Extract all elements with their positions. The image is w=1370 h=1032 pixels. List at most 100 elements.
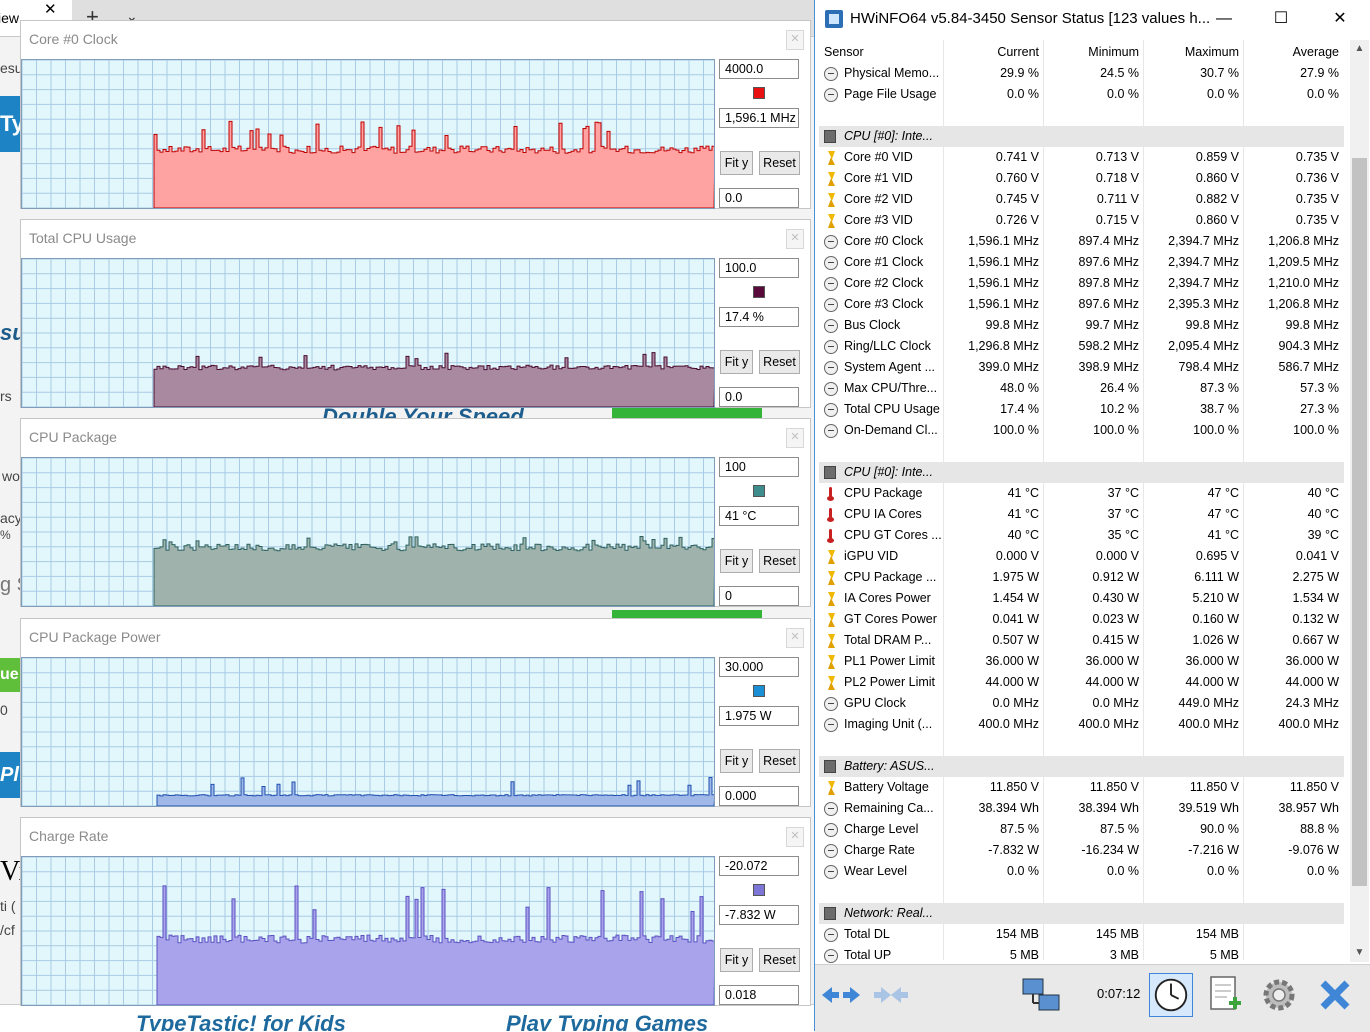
group-header-row[interactable]: Network: Real... (819, 903, 1344, 924)
graph-color-swatch[interactable] (753, 485, 765, 497)
graph-window[interactable]: Charge Rate ✕ -20.072 -7.832 W Fit y Res… (20, 817, 811, 1006)
sensor-row[interactable]: CPU IA Cores 41 °C 37 °C 47 °C 40 °C (819, 504, 1344, 525)
sensor-row[interactable]: Page File Usage 0.0 % 0.0 % 0.0 % 0.0 % (819, 84, 1344, 105)
sensor-row[interactable]: Core #2 Clock 1,596.1 MHz 897.8 MHz 2,39… (819, 273, 1344, 294)
sensor-row[interactable]: On-Demand Cl... 100.0 % 100.0 % 100.0 % … (819, 420, 1344, 441)
column-header-current[interactable]: Current (949, 42, 1039, 63)
sensor-row[interactable]: Imaging Unit (... 400.0 MHz 400.0 MHz 40… (819, 714, 1344, 735)
logging-icon[interactable] (1203, 973, 1247, 1017)
sensor-row[interactable]: Core #0 VID 0.741 V 0.713 V 0.859 V 0.73… (819, 147, 1344, 168)
reset-button[interactable]: Reset (759, 350, 800, 374)
sensor-row[interactable]: Core #1 Clock 1,596.1 MHz 897.6 MHz 2,39… (819, 252, 1344, 273)
graph-window[interactable]: Total CPU Usage ✕ 100.0 17.4 % Fit y Res… (20, 219, 811, 408)
graph-max-field[interactable]: 4000.0 (719, 59, 799, 79)
sensor-row[interactable]: Wear Level 0.0 % 0.0 % 0.0 % 0.0 % (819, 861, 1344, 882)
fit-y-button[interactable]: Fit y (720, 350, 753, 374)
graph-min-field[interactable]: 0 (719, 586, 799, 606)
scrollbar-thumb[interactable] (1352, 158, 1367, 886)
group-header-row[interactable]: Battery: ASUS... (819, 756, 1344, 777)
sensor-row[interactable]: Charge Rate -7.832 W -16.234 W -7.216 W … (819, 840, 1344, 861)
sensor-row[interactable]: GT Cores Power 0.041 W 0.023 W 0.160 W 0… (819, 609, 1344, 630)
graph-color-swatch[interactable] (753, 884, 765, 896)
column-header-average[interactable]: Average (1249, 42, 1339, 63)
graph-close-icon[interactable]: ✕ (786, 428, 804, 448)
column-header-sensor[interactable]: Sensor (824, 42, 864, 63)
graph-color-swatch[interactable] (753, 87, 765, 99)
graph-window[interactable]: Core #0 Clock ✕ 4000.0 1,596.1 MHz Fit y… (20, 20, 811, 209)
graph-min-field[interactable]: 0.0 (719, 387, 799, 407)
scroll-up-icon[interactable]: ▲ (1350, 40, 1369, 58)
sensor-row[interactable]: CPU GT Cores ... 40 °C 35 °C 41 °C 39 °C (819, 525, 1344, 546)
reset-button[interactable]: Reset (759, 749, 800, 773)
maximize-button[interactable]: ☐ (1258, 4, 1304, 34)
close-x-icon[interactable] (1313, 973, 1357, 1017)
column-header-minimum[interactable]: Minimum (1049, 42, 1139, 63)
graph-min-field[interactable]: 0.018 (719, 985, 799, 1005)
tab-close-icon[interactable]: ✕ (44, 0, 57, 18)
graph-window[interactable]: CPU Package Power ✕ 30.000 1.975 W Fit y… (20, 618, 811, 807)
sensor-row[interactable]: Ring/LLC Clock 1,296.8 MHz 598.2 MHz 2,0… (819, 336, 1344, 357)
reset-button[interactable]: Reset (759, 948, 800, 972)
graph-max-field[interactable]: 30.000 (719, 657, 799, 677)
network-icon[interactable] (1019, 973, 1063, 1017)
collapse-icon[interactable] (869, 973, 913, 1017)
graph-close-icon[interactable]: ✕ (786, 827, 804, 847)
graph-close-icon[interactable]: ✕ (786, 628, 804, 648)
fit-y-button[interactable]: Fit y (720, 151, 753, 175)
value-current: 0.741 V (995, 150, 1039, 164)
expand-collapse-icon[interactable] (819, 973, 863, 1017)
sensor-row[interactable]: CPU Package 41 °C 37 °C 47 °C 40 °C (819, 483, 1344, 504)
graph-color-swatch[interactable] (753, 286, 765, 298)
sensor-row[interactable]: PL1 Power Limit 36.000 W 36.000 W 36.000… (819, 651, 1344, 672)
sensor-row[interactable]: Total DRAM P... 0.507 W 0.415 W 1.026 W … (819, 630, 1344, 651)
sensor-row[interactable]: Core #3 Clock 1,596.1 MHz 897.6 MHz 2,39… (819, 294, 1344, 315)
graph-window[interactable]: CPU Package ✕ 100 41 °C Fit y Reset 0 (20, 418, 811, 607)
value-minimum: 37 °C (1107, 507, 1139, 521)
reset-button[interactable]: Reset (759, 549, 800, 573)
sensor-row[interactable]: iGPU VID 0.000 V 0.000 V 0.695 V 0.041 V (819, 546, 1344, 567)
graph-max-field[interactable]: -20.072 (719, 856, 799, 876)
settings-gear-icon[interactable] (1257, 973, 1301, 1017)
group-header-row[interactable]: CPU [#0]: Inte... (819, 126, 1344, 147)
graph-close-icon[interactable]: ✕ (786, 229, 804, 249)
graph-min-field[interactable]: 0.000 (719, 786, 799, 806)
sensor-row[interactable]: Remaining Ca... 38.394 Wh 38.394 Wh 39.5… (819, 798, 1344, 819)
sensor-row[interactable]: System Agent ... 399.0 MHz 398.9 MHz 798… (819, 357, 1344, 378)
sensor-row[interactable]: Core #0 Clock 1,596.1 MHz 897.4 MHz 2,39… (819, 231, 1344, 252)
graph-min-field[interactable]: 0.0 (719, 188, 799, 208)
fit-y-button[interactable]: Fit y (720, 749, 753, 773)
value-current: 11.850 V (989, 780, 1039, 794)
sensor-row[interactable]: Physical Memo... 29.9 % 24.5 % 30.7 % 27… (819, 63, 1344, 84)
sensor-row[interactable]: Total CPU Usage 17.4 % 10.2 % 38.7 % 27.… (819, 399, 1344, 420)
sensor-row[interactable]: Max CPU/Thre... 48.0 % 26.4 % 87.3 % 57.… (819, 378, 1344, 399)
window-titlebar[interactable]: HWiNFO64 v5.84-3450 Sensor Status [123 v… (815, 0, 1370, 38)
reset-button[interactable]: Reset (759, 151, 800, 175)
sensor-row[interactable]: Core #2 VID 0.745 V 0.711 V 0.882 V 0.73… (819, 189, 1344, 210)
sensor-row[interactable]: Total DL 154 MB 145 MB 154 MB (819, 924, 1344, 945)
graph-close-icon[interactable]: ✕ (786, 30, 804, 50)
sensor-row[interactable]: IA Cores Power 1.454 W 0.430 W 5.210 W 1… (819, 588, 1344, 609)
sensor-row[interactable]: Core #3 VID 0.726 V 0.715 V 0.860 V 0.73… (819, 210, 1344, 231)
graph-max-field[interactable]: 100 (719, 457, 799, 477)
graph-color-swatch[interactable] (753, 685, 765, 697)
clock-reset-icon[interactable] (1149, 973, 1193, 1017)
column-header-maximum[interactable]: Maximum (1149, 42, 1239, 63)
footer-link[interactable]: Play Typing Games (506, 1011, 708, 1031)
minimize-button[interactable]: — (1201, 4, 1247, 34)
sensor-row[interactable]: GPU Clock 0.0 MHz 0.0 MHz 449.0 MHz 24.3… (819, 693, 1344, 714)
close-button[interactable]: ✕ (1317, 4, 1363, 34)
sensor-row[interactable]: Core #1 VID 0.760 V 0.718 V 0.860 V 0.73… (819, 168, 1344, 189)
sensor-row[interactable]: CPU Package ... 1.975 W 0.912 W 6.111 W … (819, 567, 1344, 588)
sensor-row[interactable]: PL2 Power Limit 44.000 W 44.000 W 44.000… (819, 672, 1344, 693)
group-header-row[interactable]: CPU [#0]: Inte... (819, 462, 1344, 483)
fit-y-button[interactable]: Fit y (720, 549, 753, 573)
sensor-row[interactable]: Charge Level 87.5 % 87.5 % 90.0 % 88.8 % (819, 819, 1344, 840)
sensor-row[interactable]: Total UP 5 MB 3 MB 5 MB (819, 945, 1344, 966)
sensor-row[interactable]: Bus Clock 99.8 MHz 99.7 MHz 99.8 MHz 99.… (819, 315, 1344, 336)
sensor-row[interactable]: Battery Voltage 11.850 V 11.850 V 11.850… (819, 777, 1344, 798)
vertical-scrollbar[interactable]: ▲ ▼ (1350, 40, 1369, 962)
fit-y-button[interactable]: Fit y (720, 948, 753, 972)
footer-link[interactable]: TypeTastic! for Kids (136, 1011, 346, 1031)
scroll-down-icon[interactable]: ▼ (1350, 944, 1369, 962)
graph-max-field[interactable]: 100.0 (719, 258, 799, 278)
